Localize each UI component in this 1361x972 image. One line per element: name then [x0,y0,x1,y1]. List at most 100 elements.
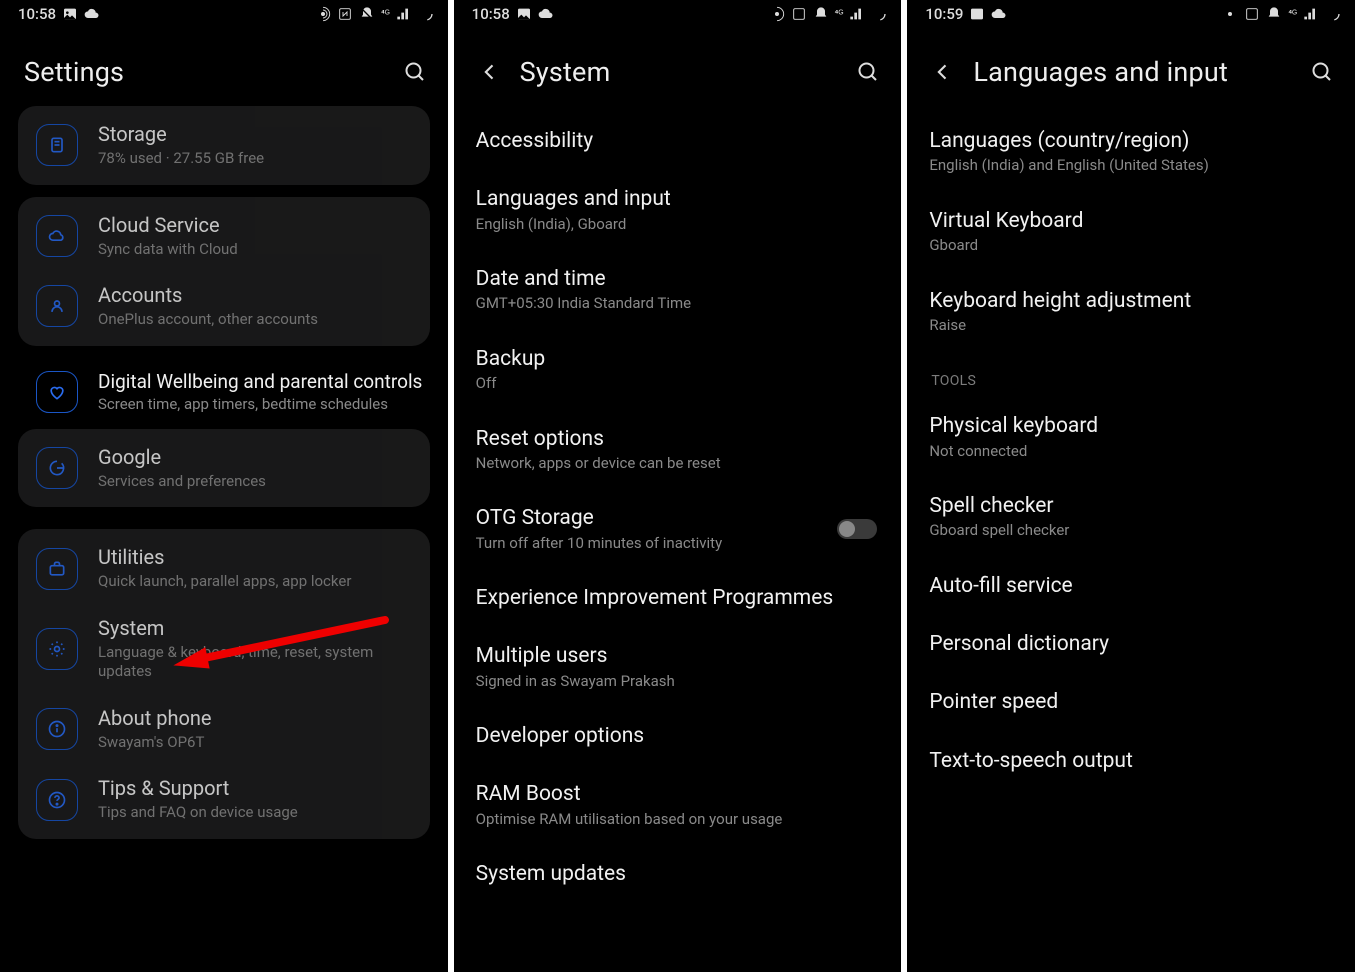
languages-input-row[interactable]: Languages and input English (India), Gbo… [454,170,902,250]
users-sub: Signed in as Swayam Prakash [476,672,878,692]
storage-card: Storage 78% used · 27.55 GB free [18,106,430,185]
ram-title: RAM Boost [476,781,878,807]
otg-toggle[interactable] [837,519,877,539]
system-screen: 10:58 ⁴ᴳ System Accessibility Languages … [454,0,908,972]
eip-title: Experience Improvement Programmes [476,585,878,611]
accessibility-row[interactable]: Accessibility [454,112,902,170]
hotspot-icon [1222,6,1238,22]
users-row[interactable]: Multiple users Signed in as Swayam Praka… [454,627,902,707]
volte-icon: ⁴ᴳ [1288,9,1297,20]
datetime-sub: GMT+05:30 India Standard Time [476,294,878,314]
loading-icon [418,6,434,22]
accounts-sub: OnePlus account, other accounts [98,310,412,330]
tools-section-label: TOOLS [907,351,1355,397]
spell-checker-row[interactable]: Spell checker Gboard spell checker [907,477,1355,557]
cloud-icon [991,6,1007,22]
tips-row[interactable]: Tips & Support Tips and FAQ on device us… [18,764,430,835]
cloud-title: Cloud Service [98,213,412,238]
hotspot-icon [769,6,785,22]
status-bar: 10:58 ⁴ᴳ [0,0,448,26]
cloud-row[interactable]: Cloud Service Sync data with Cloud [18,201,430,272]
signal-icon [396,6,412,22]
wellbeing-sub: Screen time, app timers, bedtime schedul… [98,395,424,415]
about-row[interactable]: About phone Swayam's OP6T [18,694,430,765]
system-card: Utilities Quick launch, parallel apps, a… [18,529,430,839]
system-sub: Language & keyboard, time, reset, system… [98,643,412,682]
nfc-icon [337,6,353,22]
utilities-sub: Quick launch, parallel apps, app locker [98,572,412,592]
google-title: Google [98,445,412,470]
accounts-card: Cloud Service Sync data with Cloud Accou… [18,197,430,346]
system-header: System [454,26,902,112]
tips-title: Tips & Support [98,776,412,801]
storage-title: Storage [98,122,412,147]
utilities-title: Utilities [98,545,412,570]
languages-region-sub: English (India) and English (United Stat… [929,156,1331,176]
pointer-speed-row[interactable]: Pointer speed [907,673,1355,731]
eip-row[interactable]: Experience Improvement Programmes [454,569,902,627]
search-button[interactable] [853,57,883,87]
physical-keyboard-title: Physical keyboard [929,413,1331,439]
reset-sub: Network, apps or device can be reset [476,454,878,474]
languages-title: Languages and input [476,186,878,212]
otg-title: OTG Storage [476,505,838,531]
hotspot-icon [315,6,331,22]
system-row[interactable]: System Language & keyboard, time, reset,… [18,604,430,694]
status-bar: 10:58 ⁴ᴳ [454,0,902,26]
storage-row[interactable]: Storage 78% used · 27.55 GB free [18,110,430,181]
accessibility-title: Accessibility [476,128,878,154]
autofill-title: Auto-fill service [929,573,1331,599]
wellbeing-title: Digital Wellbeing and parental controls [98,370,424,394]
nfc-icon [1244,6,1260,22]
cloud-icon [84,6,100,22]
otg-sub: Turn off after 10 minutes of inactivity [476,534,838,554]
storage-sub: 78% used · 27.55 GB free [98,149,412,169]
autofill-row[interactable]: Auto-fill service [907,557,1355,615]
search-button[interactable] [400,57,430,87]
volte-icon: ⁴ᴳ [835,9,844,20]
help-icon [36,779,78,821]
physical-keyboard-sub: Not connected [929,442,1331,462]
datetime-row[interactable]: Date and time GMT+05:30 India Standard T… [454,250,902,330]
languages-header: Languages and input [907,26,1355,112]
heart-icon [36,371,78,413]
otg-row[interactable]: OTG Storage Turn off after 10 minutes of… [454,489,902,569]
page-title: System [520,56,854,88]
virtual-keyboard-row[interactable]: Virtual Keyboard Gboard [907,192,1355,272]
back-button[interactable] [478,60,502,84]
sysup-row[interactable]: System updates [454,845,902,903]
loading-icon [1325,6,1341,22]
mute-icon [1266,6,1282,22]
ram-sub: Optimise RAM utilisation based on your u… [476,810,878,830]
briefcase-icon [36,548,78,590]
physical-keyboard-row[interactable]: Physical keyboard Not connected [907,397,1355,477]
search-button[interactable] [1307,57,1337,87]
cloud-icon [36,215,78,257]
google-row[interactable]: Google Services and preferences [18,433,430,504]
keyboard-height-title: Keyboard height adjustment [929,288,1331,314]
tts-title: Text-to-speech output [929,748,1331,774]
clock: 10:58 [18,5,56,23]
mute-icon [813,6,829,22]
backup-row[interactable]: Backup Off [454,330,902,410]
wellbeing-row[interactable]: Digital Wellbeing and parental controls … [0,358,448,427]
dev-row[interactable]: Developer options [454,707,902,765]
back-button[interactable] [931,60,955,84]
mute-icon [359,6,375,22]
signal-icon [1303,6,1319,22]
image-icon [516,6,532,22]
users-title: Multiple users [476,643,878,669]
backup-sub: Off [476,374,878,394]
keyboard-height-row[interactable]: Keyboard height adjustment Raise [907,272,1355,352]
accounts-icon [36,285,78,327]
languages-region-row[interactable]: Languages (country/region) English (Indi… [907,112,1355,192]
image-icon [969,6,985,22]
tts-row[interactable]: Text-to-speech output [907,732,1355,790]
ram-row[interactable]: RAM Boost Optimise RAM utilisation based… [454,765,902,845]
nfc-icon [791,6,807,22]
accounts-row[interactable]: Accounts OnePlus account, other accounts [18,271,430,342]
accounts-title: Accounts [98,283,412,308]
personal-dictionary-row[interactable]: Personal dictionary [907,615,1355,673]
reset-row[interactable]: Reset options Network, apps or device ca… [454,410,902,490]
utilities-row[interactable]: Utilities Quick launch, parallel apps, a… [18,533,430,604]
